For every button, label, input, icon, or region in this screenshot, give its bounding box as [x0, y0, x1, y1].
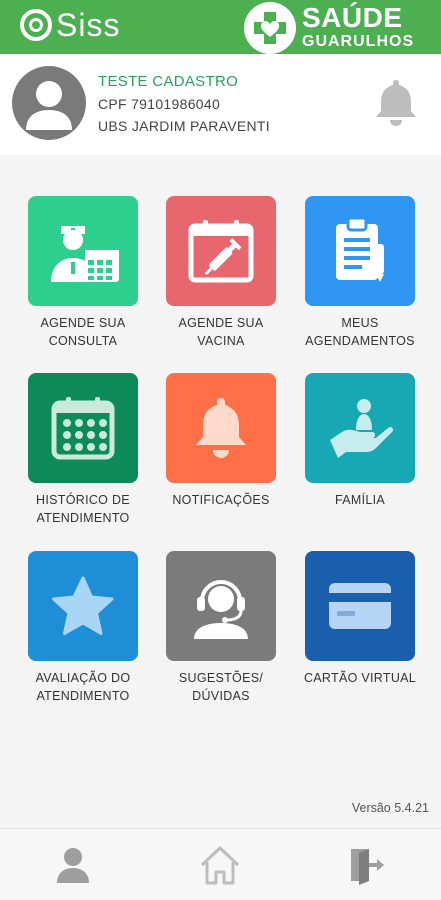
user-avatar-icon: [26, 81, 72, 130]
family-label: FAMÍLIA: [290, 491, 430, 509]
label-line: HISTÓRICO DE: [36, 493, 130, 507]
service-history-label: HISTÓRICO DE ATENDIMENTO: [13, 491, 153, 527]
nav-profile-button[interactable]: [51, 843, 95, 887]
label-line: NOTIFICAÇÕES: [172, 493, 270, 507]
my-appointments-button[interactable]: [305, 196, 415, 306]
logout-icon: [351, 849, 384, 885]
calendar-grid-icon: [51, 397, 115, 460]
vaccine-calendar-icon: [188, 220, 254, 283]
label-line: AGENDAMENTOS: [305, 334, 415, 348]
label-line: AGENDE SUA: [178, 316, 264, 330]
home-icon: [200, 846, 240, 885]
label-line: VACINA: [197, 334, 245, 348]
label-line: DÚVIDAS: [192, 689, 250, 703]
suggestions-label: SUGESTÕES/ DÚVIDAS: [151, 669, 291, 705]
label-line: ATENDIMENTO: [36, 511, 130, 525]
app-version: Versão 5.4.21: [351, 801, 429, 815]
bottom-navigation: [0, 828, 441, 900]
clipboard-icon: [336, 216, 384, 282]
bell-icon: [196, 398, 246, 458]
siss-logo: Siss: [20, 9, 120, 41]
profile-icon: [57, 848, 89, 883]
my-appointments-label: MEUS AGENDAMENTOS: [290, 314, 430, 350]
label-line: CONSULTA: [48, 334, 118, 348]
notification-bell-button[interactable]: [372, 76, 420, 128]
nav-home-button[interactable]: [198, 843, 242, 887]
family-button[interactable]: [305, 373, 415, 483]
profile-name: TESTE CADASTRO: [98, 73, 239, 90]
label-line: AVALIAÇÃO DO: [35, 671, 131, 685]
saude-guarulhos-logo: SAÚDE GUARULHOS: [244, 2, 441, 54]
app-header: Siss SAÚDE GUARULHOS: [0, 0, 441, 54]
label-line: SUGESTÕES/: [178, 671, 264, 685]
profile-cpf: CPF 79101986040: [98, 96, 221, 112]
schedule-appointment-label: AGENDE SUA CONSULTA: [13, 314, 153, 350]
notifications-label: NOTIFICAÇÕES: [151, 491, 291, 509]
saude-logo-text: SAÚDE: [302, 2, 403, 33]
profile-health-unit: UBS JARDIM PARAVENTI: [98, 118, 270, 134]
virtual-card-button[interactable]: [305, 551, 415, 661]
credit-card-icon: [329, 583, 391, 629]
label-line: MEUS: [341, 316, 379, 330]
service-history-button[interactable]: [28, 373, 138, 483]
service-rating-button[interactable]: [28, 551, 138, 661]
virtual-card-label: CARTÃO VIRTUAL: [290, 669, 430, 687]
schedule-vaccine-label: AGENDE SUA VACINA: [151, 314, 291, 350]
siss-logo-text: Siss: [56, 7, 121, 43]
family-hand-icon: [330, 399, 394, 458]
support-agent-icon: [194, 580, 248, 639]
doctor-calendar-icon: [51, 226, 119, 282]
notifications-button[interactable]: [166, 373, 276, 483]
siss-logo-icon: [20, 9, 52, 41]
nav-logout-button[interactable]: [345, 843, 389, 887]
label-line: ATENDIMENTO: [36, 689, 130, 703]
profile-card: TESTE CADASTRO CPF 79101986040 UBS JARDI…: [0, 54, 441, 155]
star-icon: [52, 576, 114, 635]
schedule-appointment-button[interactable]: [28, 196, 138, 306]
label-line: CARTÃO VIRTUAL: [303, 671, 417, 685]
service-rating-label: AVALIAÇÃO DO ATENDIMENTO: [13, 669, 153, 705]
heart-cross-logo-icon: [244, 2, 296, 54]
suggestions-button[interactable]: [166, 551, 276, 661]
label-line: AGENDE SUA: [40, 316, 126, 330]
schedule-vaccine-button[interactable]: [166, 196, 276, 306]
bell-icon: [376, 80, 416, 126]
label-line: FAMÍLIA: [334, 493, 386, 507]
guarulhos-logo-text: GUARULHOS: [302, 33, 415, 50]
avatar[interactable]: [12, 66, 86, 140]
